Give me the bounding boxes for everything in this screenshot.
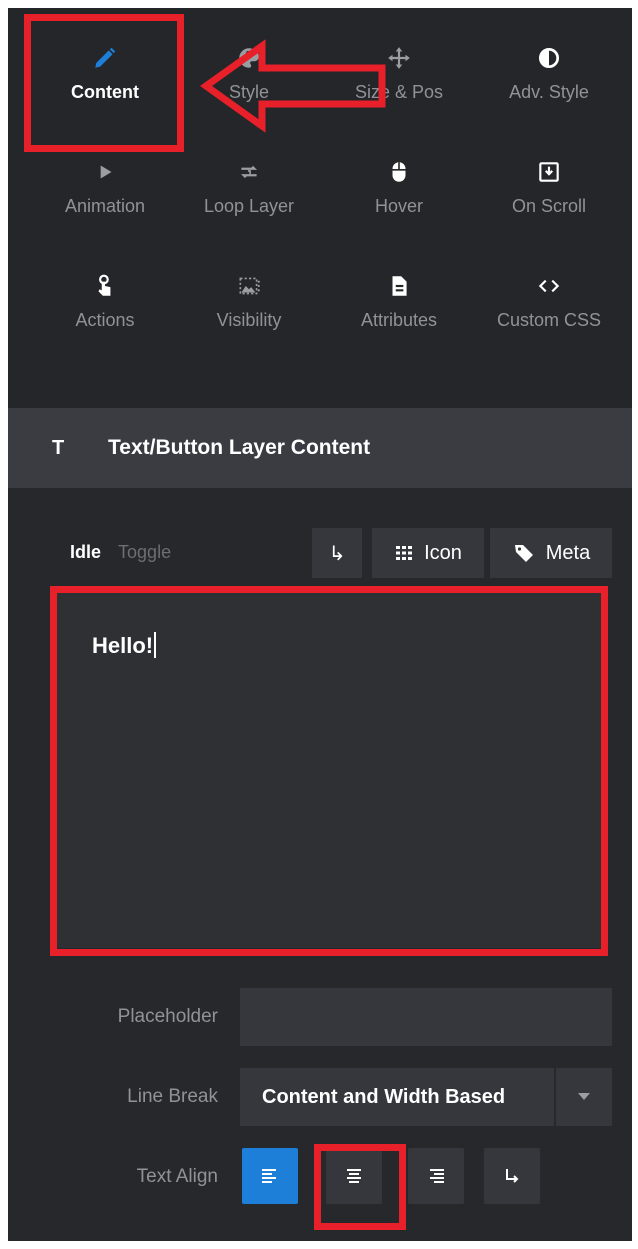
section-title: Text/Button Layer Content	[108, 436, 371, 459]
state-tabs: Idle Toggle	[70, 542, 183, 563]
tag-icon	[514, 545, 533, 562]
align-center-icon	[347, 1169, 361, 1183]
placeholder-input[interactable]	[240, 988, 612, 1046]
text-type-icon: T	[52, 436, 65, 459]
tab-adv-style-label: Adv. Style	[509, 82, 589, 102]
pencil-icon	[30, 42, 180, 74]
tab-content-label: Content	[71, 82, 139, 102]
play-icon	[30, 156, 180, 188]
tab-attributes-label: Attributes	[360, 310, 438, 330]
tab-custom-css-label: Custom CSS	[496, 310, 602, 330]
tab-visibility-label: Visibility	[216, 310, 282, 330]
pointer-hand-icon	[30, 270, 180, 302]
tab-on-scroll-label: On Scroll	[511, 196, 587, 216]
tab-animation[interactable]: Animation	[30, 144, 180, 224]
content-body: Idle Toggle ↳ Icon Meta Hello! Placehold…	[8, 488, 632, 1241]
tab-on-scroll[interactable]: On Scroll	[474, 144, 624, 224]
tab-loop-layer[interactable]: Loop Layer	[174, 144, 324, 224]
tab-animation-label: Animation	[64, 196, 146, 216]
tab-hover[interactable]: Hover	[324, 144, 474, 224]
tab-hover-label: Hover	[374, 196, 423, 216]
chevron-down-icon	[554, 1068, 612, 1126]
align-left-button[interactable]	[242, 1148, 298, 1204]
tab-custom-css[interactable]: Custom CSS	[474, 258, 624, 338]
tab-actions[interactable]: Actions	[30, 258, 180, 338]
layer-text-editor[interactable]: Hello!	[56, 588, 604, 948]
scroll-download-icon	[474, 156, 624, 188]
tab-actions-label: Actions	[75, 310, 135, 330]
grid-icon	[396, 546, 413, 560]
tab-adv-style[interactable]: Adv. Style	[474, 30, 624, 110]
tab-visibility[interactable]: Visibility	[174, 258, 324, 338]
editor-content: Hello!	[92, 632, 157, 659]
image-visibility-icon	[174, 270, 324, 302]
insert-linebreak-button[interactable]: ↳	[312, 528, 362, 578]
meta-button-label: Meta	[545, 541, 591, 564]
red-arrow-annotation	[200, 39, 386, 133]
tab-idle[interactable]: Idle	[70, 542, 101, 563]
line-break-value: Content and Width Based	[262, 1085, 506, 1108]
code-icon	[474, 270, 624, 302]
tab-loop-layer-label: Loop Layer	[203, 196, 295, 216]
line-break-label: Line Break	[127, 1086, 218, 1107]
return-arrow-icon	[506, 1169, 519, 1183]
mouse-icon	[324, 156, 474, 188]
align-right-icon	[430, 1169, 444, 1183]
placeholder-label: Placeholder	[117, 1006, 218, 1027]
insert-icon-button[interactable]: Icon	[372, 528, 484, 578]
return-arrow-icon: ↳	[328, 542, 346, 565]
tab-toggle[interactable]: Toggle	[118, 542, 171, 563]
icon-button-label: Icon	[424, 541, 462, 564]
section-header: T Text/Button Layer Content	[8, 408, 632, 488]
document-icon	[324, 270, 474, 302]
tab-content[interactable]: Content	[30, 30, 180, 110]
tab-attributes[interactable]: Attributes	[324, 258, 474, 338]
align-left-icon	[262, 1169, 276, 1183]
insert-meta-button[interactable]: Meta	[490, 528, 612, 578]
align-reset-button[interactable]	[484, 1148, 540, 1204]
text-align-label: Text Align	[136, 1166, 218, 1187]
align-right-button[interactable]	[408, 1148, 464, 1204]
layer-options-panel: Content Style Size & Pos Adv. Style Anim…	[0, 0, 638, 1249]
loop-icon	[174, 156, 324, 188]
contrast-icon	[474, 42, 624, 74]
align-center-button[interactable]	[326, 1148, 382, 1204]
line-break-select[interactable]: Content and Width Based	[240, 1068, 612, 1126]
